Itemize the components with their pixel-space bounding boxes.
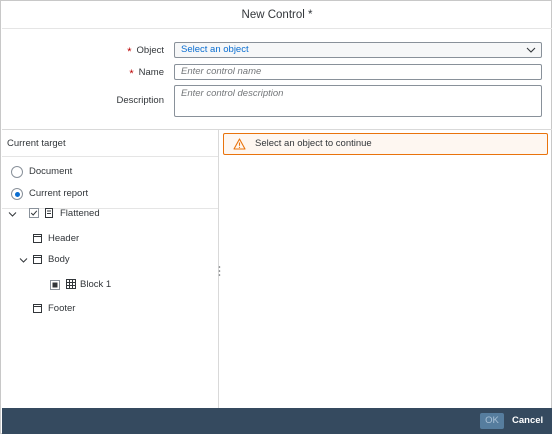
chevron-down-icon[interactable] <box>8 210 17 219</box>
control-form: * Object Select an object * Name Enter con… <box>2 29 552 130</box>
tree-node-label: Flattened <box>60 208 100 219</box>
section-icon <box>33 255 42 264</box>
warning-text: Select an object to continue <box>255 138 372 149</box>
radio-document[interactable]: Document <box>2 162 218 184</box>
warning-message-strip: Select an object to continue <box>223 133 548 155</box>
name-label: * Name <box>129 67 164 80</box>
cancel-button[interactable]: Cancel <box>512 413 543 429</box>
name-input[interactable]: Enter control name <box>174 64 542 80</box>
object-select[interactable]: Select an object <box>174 42 542 58</box>
checkbox-checked-icon[interactable] <box>29 208 40 219</box>
section-icon <box>33 304 42 313</box>
radio-current-report-button[interactable] <box>11 188 23 200</box>
chevron-down-icon <box>526 47 536 53</box>
tree-node-footer[interactable]: Footer <box>2 299 218 319</box>
object-row: * Object Select an object <box>2 42 552 58</box>
name-row: * Name Enter control name <box>2 64 552 80</box>
checkbox-partial-icon[interactable] <box>50 280 60 290</box>
warning-icon <box>233 138 246 150</box>
required-mark: * <box>129 68 134 80</box>
name-input-placeholder: Enter control name <box>181 66 262 77</box>
tree-node-block-1[interactable]: Block 1 <box>2 275 218 295</box>
tree-node-body[interactable]: Body <box>2 250 218 270</box>
new-control-dialog: New Control * * Object Select an object *… <box>0 0 552 434</box>
target-pane: Current target Document Current report F… <box>2 130 219 408</box>
object-select-value: Select an object <box>181 44 249 55</box>
chevron-down-icon[interactable] <box>19 256 28 265</box>
description-label: Description <box>116 95 164 106</box>
radio-current-report-label: Current report <box>29 188 89 199</box>
required-mark: * <box>127 46 132 58</box>
tree-node-label: Header <box>48 233 80 244</box>
description-placeholder: Enter control description <box>181 88 284 99</box>
dialog-title: New Control * <box>241 9 313 21</box>
dialog-title-bar: New Control * <box>2 2 552 29</box>
tree-node-label: Footer <box>48 303 76 314</box>
tree-node-label: Body <box>48 254 70 265</box>
description-row: Description Enter control description <box>2 85 552 117</box>
radio-document-label: Document <box>29 166 73 177</box>
preview-pane: Select an object to continue <box>220 130 552 408</box>
section-icon <box>33 234 42 243</box>
current-target-header: Current target <box>2 130 218 157</box>
object-label: * Object <box>127 45 164 58</box>
table-icon <box>66 279 76 289</box>
radio-document-button[interactable] <box>11 166 23 178</box>
description-textarea[interactable]: Enter control description <box>174 85 542 117</box>
dialog-footer: OK Cancel <box>2 408 552 434</box>
ok-button[interactable]: OK <box>480 413 504 429</box>
tree-node-flattened[interactable]: Flattened <box>2 204 218 224</box>
radio-current-report[interactable]: Current report <box>2 184 218 206</box>
tree-node-header[interactable]: Header <box>2 229 218 249</box>
tree-node-label: Block 1 <box>80 279 112 290</box>
report-icon <box>45 208 53 218</box>
